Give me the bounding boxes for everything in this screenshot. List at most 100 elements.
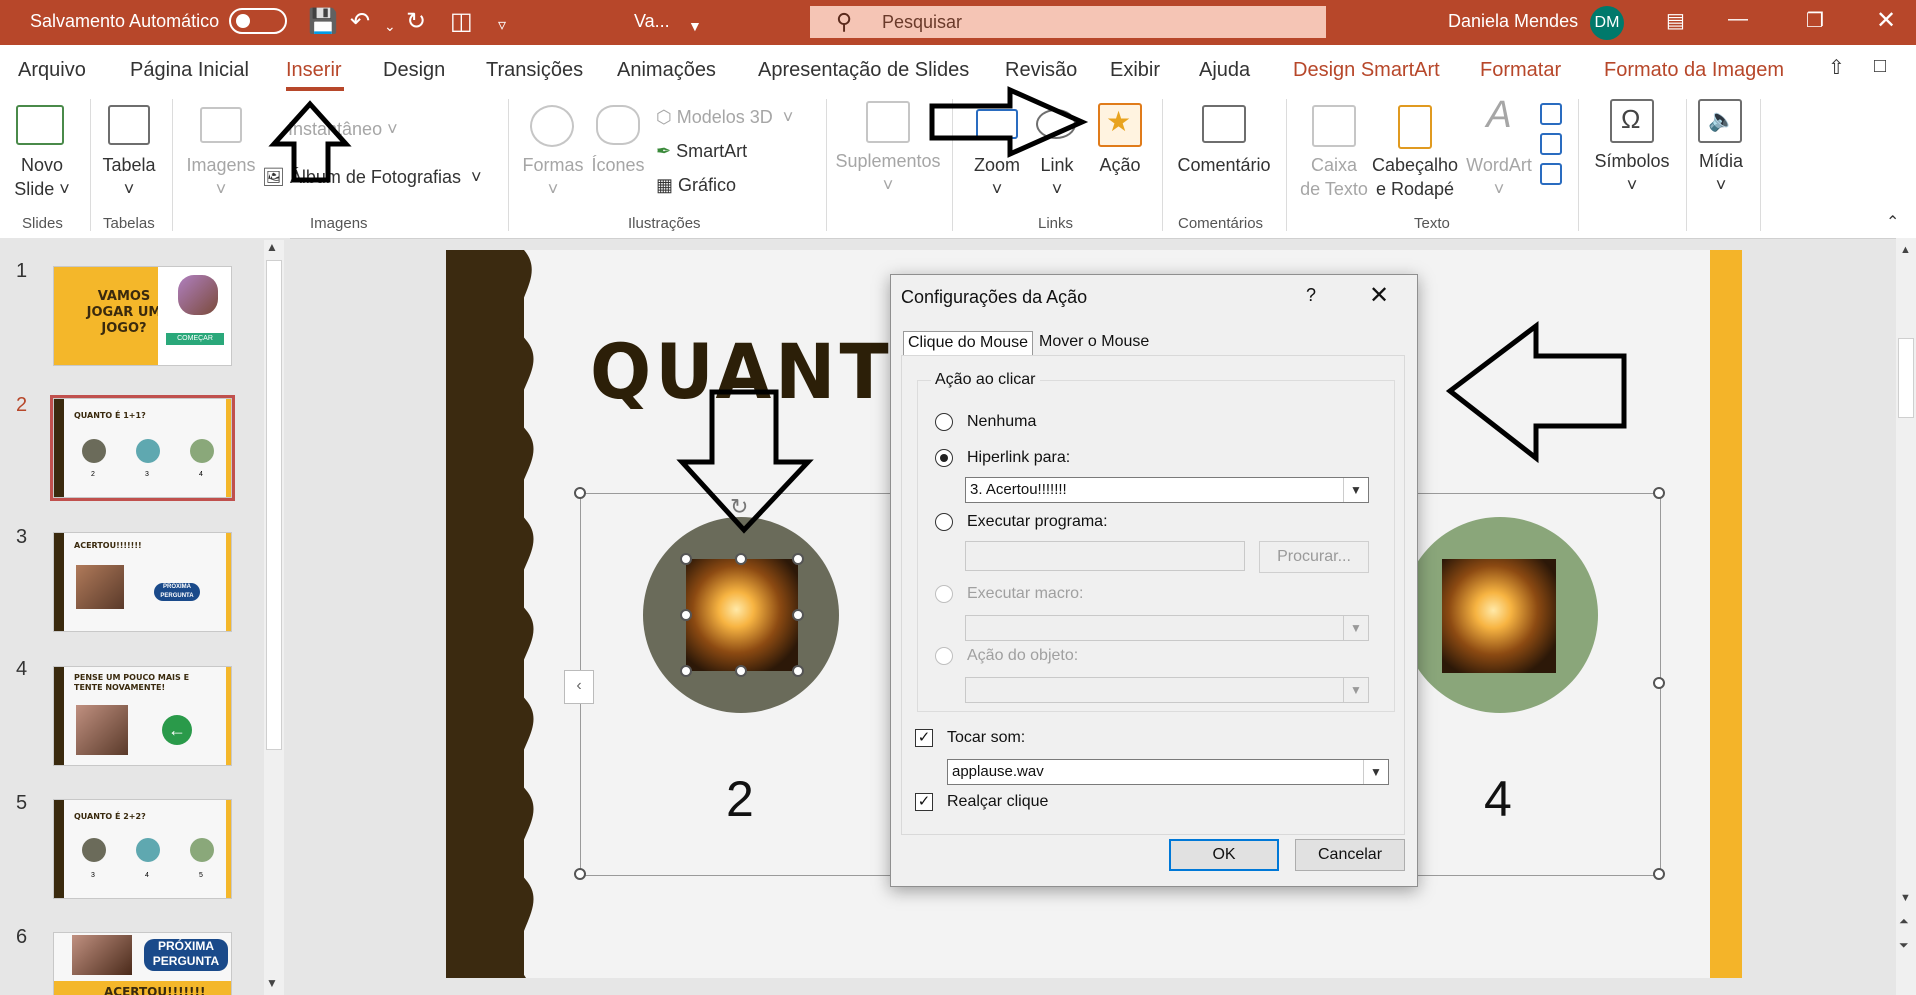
ok-button[interactable]: OK — [1169, 839, 1279, 871]
tab-mover-mouse[interactable]: Mover o Mouse — [1035, 331, 1153, 355]
tab-ajuda[interactable]: Ajuda — [1199, 59, 1250, 82]
formas-button[interactable]: Formas ˅ — [520, 153, 586, 201]
label-nenhuma[interactable]: Nenhuma — [967, 413, 1036, 431]
date-time-icon[interactable] — [1540, 103, 1562, 125]
tab-formatar[interactable]: Formatar — [1480, 59, 1561, 82]
checkbox-tocar-som[interactable]: ✓ — [915, 729, 933, 747]
hyperlink-combo[interactable]: 3. Acertou!!!!!!! ▼ — [965, 477, 1369, 503]
thumb-slide-3[interactable]: ACERTOU!!!!!!! PRÓXIMA PERGUNTA — [53, 532, 232, 632]
customize-qat-icon[interactable]: ▿ — [498, 12, 506, 40]
tab-transicoes[interactable]: Transições — [486, 59, 583, 82]
tab-clique-mouse[interactable]: Clique do Mouse — [903, 331, 1034, 355]
simbolos-button[interactable]: Símbolos ˅ — [1588, 149, 1676, 197]
redo-icon[interactable]: ↻ — [406, 8, 426, 36]
document-name[interactable]: Va... — [634, 11, 670, 32]
midia-button[interactable]: Mídia ˅ — [1690, 149, 1752, 197]
slide-scrollbar[interactable]: ▲ ▼ ⏶ ⏷ — [1896, 238, 1916, 995]
radio-executar-programa[interactable] — [935, 513, 953, 531]
image-handle[interactable] — [680, 609, 692, 621]
label-executar-programa[interactable]: Executar programa: — [967, 513, 1108, 531]
autosave-toggle[interactable] — [229, 8, 287, 34]
avatar[interactable]: DM — [1590, 6, 1624, 40]
save-icon[interactable]: 💾 — [308, 8, 338, 36]
program-path-field[interactable] — [965, 541, 1245, 571]
icones-button[interactable]: Ícones — [590, 153, 646, 177]
label-executar-macro[interactable]: Executar macro: — [967, 585, 1083, 603]
answer-label-1[interactable]: 2 — [726, 770, 754, 828]
restore-icon[interactable]: ❐ — [1806, 8, 1824, 33]
image-handle[interactable] — [680, 553, 692, 565]
image-handle[interactable] — [735, 553, 747, 565]
cancel-button[interactable]: Cancelar — [1295, 839, 1405, 871]
text-pane-toggle[interactable]: ‹ — [564, 670, 594, 704]
share-icon[interactable]: ⇧ — [1828, 55, 1845, 80]
tab-pagina-inicial[interactable]: Página Inicial — [130, 59, 249, 82]
image-handle[interactable] — [792, 609, 804, 621]
object-icon[interactable] — [1540, 163, 1562, 185]
radio-acao-objeto[interactable] — [935, 647, 953, 665]
undo-icon[interactable]: ↶ — [350, 8, 370, 36]
rotate-handle-icon[interactable]: ↻ — [730, 494, 748, 520]
label-realcar-clique[interactable]: Realçar clique — [947, 793, 1048, 811]
novo-slide-button[interactable]: Novo Slide ˅ — [10, 153, 74, 201]
comentario-button[interactable]: Comentário — [1172, 153, 1276, 177]
suplementos-button[interactable]: Suplementos ˅ — [834, 149, 942, 197]
ribbon-display-icon[interactable]: ▤ — [1666, 8, 1685, 33]
radio-hiperlink[interactable] — [935, 449, 953, 467]
instantaneo-button[interactable]: Instantâneo ˅ — [262, 117, 398, 141]
tabela-button[interactable]: Tabela ˅ — [96, 153, 162, 201]
comments-icon[interactable]: □ — [1874, 55, 1886, 78]
resize-handle[interactable] — [1653, 677, 1665, 689]
tab-animacoes[interactable]: Animações — [617, 59, 716, 82]
thumb-slide-2[interactable]: QUANTO É 1+1? 2 3 4 — [50, 395, 235, 501]
thumb-slide-5[interactable]: QUANTO É 2+2? 3 4 5 — [53, 799, 232, 899]
image-handle[interactable] — [680, 665, 692, 677]
link-button[interactable]: Link ˅ — [1026, 153, 1088, 201]
minimize-icon[interactable]: — — [1728, 8, 1748, 31]
imagens-button[interactable]: Imagens ˅ — [184, 153, 258, 201]
user-name[interactable]: Daniela Mendes — [1448, 11, 1578, 32]
grafico-button[interactable]: ▦ Gráfico — [656, 173, 736, 197]
image-handle[interactable] — [735, 665, 747, 677]
lightbulb-image-3[interactable] — [1442, 559, 1556, 673]
modelos-3d-button[interactable]: ⬡ Modelos 3D ˅ — [656, 105, 793, 129]
tab-design[interactable]: Design — [383, 59, 445, 82]
search-box[interactable]: ⚲ Pesquisar — [810, 6, 1326, 38]
procurar-button[interactable]: Procurar... — [1259, 541, 1369, 573]
zoom-button[interactable]: Zoom ˅ — [964, 153, 1030, 201]
undo-dropdown-icon[interactable]: ⌄ — [384, 12, 396, 40]
answer-label-3[interactable]: 4 — [1484, 770, 1512, 828]
image-handle[interactable] — [792, 665, 804, 677]
radio-nenhuma[interactable] — [935, 413, 953, 431]
cabecalho-rodape-button[interactable]: Cabeçalho e Rodapé — [1372, 153, 1458, 201]
label-acao-objeto[interactable]: Ação do objeto: — [967, 647, 1078, 665]
wordart-button[interactable]: WordArt ˅ — [1462, 153, 1536, 201]
slide-number-icon[interactable] — [1540, 133, 1562, 155]
macro-combo[interactable]: ▼ — [965, 615, 1369, 641]
caixa-texto-button[interactable]: Caixa de Texto — [1298, 153, 1370, 201]
album-fotografias-button[interactable]: 🖼 Álbum de Fotografias ˅ — [262, 165, 481, 189]
resize-handle[interactable] — [574, 487, 586, 499]
tab-formato-imagem[interactable]: Formato da Imagem — [1604, 59, 1784, 82]
tab-inserir[interactable]: Inserir — [286, 59, 342, 82]
thumb-slide-1[interactable]: VAMOS JOGAR UM JOGO? COMEÇAR — [53, 266, 232, 366]
object-action-combo[interactable]: ▼ — [965, 677, 1369, 703]
image-handle[interactable] — [792, 553, 804, 565]
help-icon[interactable]: ? — [1306, 285, 1316, 306]
tab-apresentacao[interactable]: Apresentação de Slides — [758, 59, 969, 82]
doc-name-dropdown-icon[interactable]: ▼ — [688, 12, 702, 40]
resize-handle[interactable] — [1653, 868, 1665, 880]
label-tocar-som[interactable]: Tocar som: — [947, 729, 1025, 747]
present-icon[interactable]: ◫ — [450, 8, 473, 36]
lightbulb-image-1[interactable] — [686, 559, 798, 671]
tab-design-smartart[interactable]: Design SmartArt — [1293, 59, 1440, 82]
close-icon[interactable]: ✕ — [1369, 281, 1389, 310]
smartart-button[interactable]: ✒ SmartArt — [656, 139, 747, 163]
thumb-slide-4[interactable]: PENSE UM POUCO MAIS E TENTE NOVAMENTE! ← — [53, 666, 232, 766]
thumbnails-scrollbar[interactable]: ▲ ▼ — [264, 240, 284, 995]
thumb-slide-6[interactable]: PRÓXIMA PERGUNTA ACERTOU!!!!!!! — [53, 932, 232, 995]
acao-button[interactable]: Ação — [1090, 153, 1150, 177]
tab-revisao[interactable]: Revisão — [1005, 59, 1077, 82]
checkbox-realcar-clique[interactable]: ✓ — [915, 793, 933, 811]
resize-handle[interactable] — [574, 868, 586, 880]
